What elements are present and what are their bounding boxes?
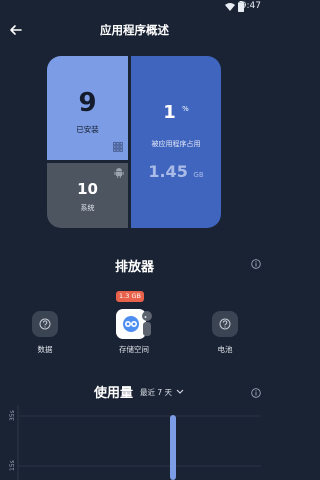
used-label: 被应用程序占用 xyxy=(151,140,201,148)
android-icon xyxy=(114,168,124,178)
page-title: 应用程序概述 xyxy=(100,23,169,37)
status-bar: 9:47 xyxy=(0,0,269,14)
y-tick-label: 15s xyxy=(9,460,16,471)
status-time: 9:47 xyxy=(240,1,261,11)
storage-size-badge: 1.3 GB xyxy=(116,291,144,302)
battery-category-label: 电池 xyxy=(217,345,233,354)
wifi-icon xyxy=(225,3,235,11)
used-percent-unit: % xyxy=(182,105,189,113)
battery-category-button[interactable] xyxy=(212,311,238,337)
system-label: 系统 xyxy=(80,204,95,212)
usage-section-title: 使用量 xyxy=(94,386,134,401)
storage-category-label: 存储空间 xyxy=(119,345,149,354)
storage-app-icon[interactable] xyxy=(116,307,154,340)
installed-label: 已安装 xyxy=(76,125,99,134)
data-category-button[interactable] xyxy=(32,311,58,337)
question-icon xyxy=(219,318,231,330)
grid-icon xyxy=(113,142,123,152)
installed-count: 9 xyxy=(78,88,97,118)
chevron-down-icon[interactable] xyxy=(176,388,184,395)
used-size: 1.45 GB xyxy=(131,162,221,181)
y-tick-label: 35s xyxy=(9,410,16,421)
system-count: 10 xyxy=(77,180,98,198)
usage-bar xyxy=(170,415,176,480)
info-icon[interactable] xyxy=(251,259,261,269)
drain-section-title: 排放器 xyxy=(114,260,154,275)
question-icon xyxy=(39,318,51,330)
range-dropdown[interactable]: 最近 7 天 xyxy=(140,387,172,398)
used-size-value: 1.45 xyxy=(148,162,188,181)
data-category-label: 数据 xyxy=(37,345,53,354)
usage-chart xyxy=(17,405,261,480)
used-size-unit: GB xyxy=(193,171,204,179)
used-percent: 1 % xyxy=(131,102,221,123)
info-icon[interactable] xyxy=(251,388,261,398)
used-percent-value: 1 xyxy=(163,102,176,123)
